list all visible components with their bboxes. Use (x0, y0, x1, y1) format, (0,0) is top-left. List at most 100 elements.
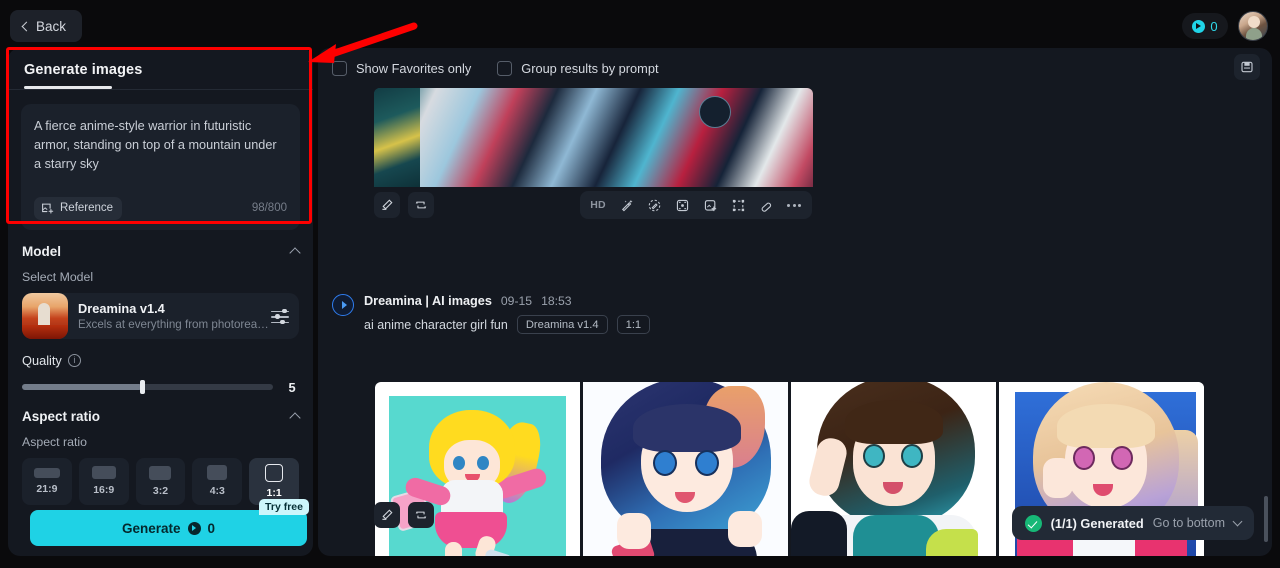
model-selector[interactable]: Dreamina v1.4 Excels at everything from … (22, 292, 299, 339)
aspect-section-header[interactable]: Aspect ratio (22, 408, 301, 424)
result-actions (374, 502, 434, 528)
aspect-ratio-option-21-9[interactable]: 21:9 (22, 457, 72, 505)
chevron-up-icon[interactable] (289, 246, 301, 259)
show-favorites-toggle[interactable]: Show Favorites only (332, 60, 472, 76)
vertical-scrollbar[interactable] (1264, 496, 1268, 542)
more-options-button[interactable] (781, 192, 807, 218)
prompt-text: A fierce anime-style warrior in futurist… (34, 118, 277, 171)
archive-button[interactable] (1234, 54, 1260, 80)
model-meta: Dreamina v1.4 Excels at everything from … (68, 301, 271, 331)
quality-slider-knob[interactable] (140, 380, 145, 394)
aspect-ratio-option-label: 1:1 (266, 486, 282, 499)
panel-divider (8, 88, 313, 90)
favorites-checkbox[interactable] (332, 60, 347, 76)
result-meta-line1: Dreamina | AI images 09-15 18:53 (364, 294, 650, 308)
inpaint-button[interactable] (669, 192, 695, 218)
magic-wand-button[interactable] (613, 192, 639, 218)
hd-label: HD (590, 199, 606, 211)
credits-value: 0 (1210, 18, 1218, 34)
show-favorites-label: Show Favorites only (356, 60, 472, 76)
hd-button[interactable]: HD (585, 192, 611, 218)
regenerate-button-2[interactable] (408, 502, 434, 528)
result-date: 09-15 (500, 294, 533, 308)
result-header: Dreamina | AI images 09-15 18:53 ai anim… (332, 294, 651, 334)
crop-expand-button[interactable] (725, 192, 751, 218)
group-checkbox[interactable] (497, 60, 513, 76)
results-scroll-area[interactable]: HD Dreamina | AI images 09-15 18:53 ai a… (318, 88, 1272, 556)
aspect-ratio-glyph (265, 463, 284, 482)
group-results-toggle[interactable]: Group results by prompt (497, 60, 659, 76)
reference-button[interactable]: Reference (34, 196, 123, 220)
refresh-loop-icon (415, 201, 427, 209)
credit-coin-icon (1192, 19, 1206, 33)
results-header: Show Favorites only Group results by pro… (318, 48, 1272, 88)
model-thumbnail (22, 292, 68, 339)
aspect-ratio-section: Aspect ratio Aspect ratio 21:9 16:9 3:2 4:3… (8, 409, 313, 505)
pencil-edit-icon (382, 509, 393, 520)
refresh-loop-icon (415, 511, 427, 519)
prompt-input[interactable]: A fierce anime-style warrior in futurist… (21, 103, 300, 230)
dreamina-app-window: Back 0 Generate images A fierce anime-st… (0, 0, 1280, 568)
aspect-ratio-option-16-9[interactable]: 16:9 (78, 457, 129, 505)
chevron-up-icon[interactable] (289, 411, 301, 424)
archive-icon (1241, 61, 1253, 73)
aspect-ratio-option-3-2[interactable]: 3:2 (135, 457, 186, 505)
anime-girl-yellow-hair-jumping (389, 396, 566, 556)
aspect-ratio-option-1-1[interactable]: 1:1 (249, 457, 299, 505)
aspect-ratio-glyph (149, 465, 172, 480)
check-circle-icon (1024, 514, 1042, 532)
generate-cost: 0 (207, 520, 216, 536)
chip-ratio[interactable]: 1:1 (616, 315, 651, 334)
regenerate-button[interactable] (408, 192, 434, 218)
anime-girl-brown-hair-hoodie (791, 382, 996, 556)
magic-wand-icon (621, 199, 632, 211)
result-meta-line2: ai anime character girl fun Dreamina v1.… (364, 315, 651, 334)
chevron-down-icon[interactable] (1232, 516, 1243, 527)
eraser-button[interactable] (753, 192, 779, 218)
image-add-icon (42, 203, 54, 214)
anime-girl-blue-hair-hands-on-cheeks (583, 382, 788, 556)
generate-button-label: Generate (121, 520, 181, 536)
credits-indicator[interactable]: 0 (1182, 13, 1228, 39)
quality-value: 5 (288, 379, 296, 395)
sliders-icon[interactable] (271, 307, 289, 325)
reference-button-label: Reference (60, 202, 114, 214)
chip-model[interactable]: Dreamina v1.4 (516, 315, 608, 334)
result-title: Dreamina | AI images (364, 294, 492, 308)
pencil-edit-icon (382, 199, 393, 210)
extend-image-button[interactable] (697, 192, 723, 218)
aspect-ratio-option-label: 16:9 (93, 484, 115, 496)
generate-button[interactable]: Generate 0 Try free (30, 499, 309, 546)
group-results-label: Group results by prompt (521, 60, 659, 76)
retouch-button[interactable] (641, 192, 667, 218)
aspect-section-title: Aspect ratio (22, 408, 101, 424)
generation-status-bar[interactable]: (1/1) Generated Go to bottom (1011, 506, 1254, 540)
top-result-actions (374, 192, 434, 218)
retouch-brush-icon (648, 199, 660, 211)
select-model-label: Select Model (22, 269, 94, 284)
quality-slider[interactable] (22, 380, 273, 394)
model-section-header[interactable]: Model (22, 243, 301, 259)
edit-button[interactable] (374, 192, 400, 218)
result-image-2[interactable] (583, 382, 788, 556)
aspect-ratio-glyph (91, 466, 116, 479)
previous-result-image[interactable] (374, 88, 813, 187)
result-meta: Dreamina | AI images 09-15 18:53 ai anim… (364, 294, 651, 334)
result-image-1[interactable] (375, 382, 580, 556)
avatar[interactable] (1238, 11, 1268, 41)
edit-button-2[interactable] (374, 502, 400, 528)
result-image-3[interactable] (791, 382, 996, 556)
aspect-ratio-options: 21:9 16:9 3:2 4:3 1:1 (22, 457, 299, 505)
tab-generate-images[interactable]: Generate images (24, 62, 297, 78)
chevron-left-icon (21, 21, 32, 31)
back-button[interactable]: Back (10, 10, 82, 42)
extend-image-icon (704, 199, 716, 211)
results-panel: Show Favorites only Group results by pro… (318, 48, 1272, 556)
go-to-bottom-label[interactable]: Go to bottom (1153, 516, 1225, 530)
aspect-ratio-option-4-3[interactable]: 4:3 (192, 457, 243, 505)
inpaint-frame-icon (676, 199, 688, 211)
info-icon[interactable]: i (67, 353, 81, 367)
credit-coin-icon (187, 521, 201, 535)
result-prompt: ai anime character girl fun (364, 317, 508, 332)
model-section-title: Model (22, 243, 61, 259)
